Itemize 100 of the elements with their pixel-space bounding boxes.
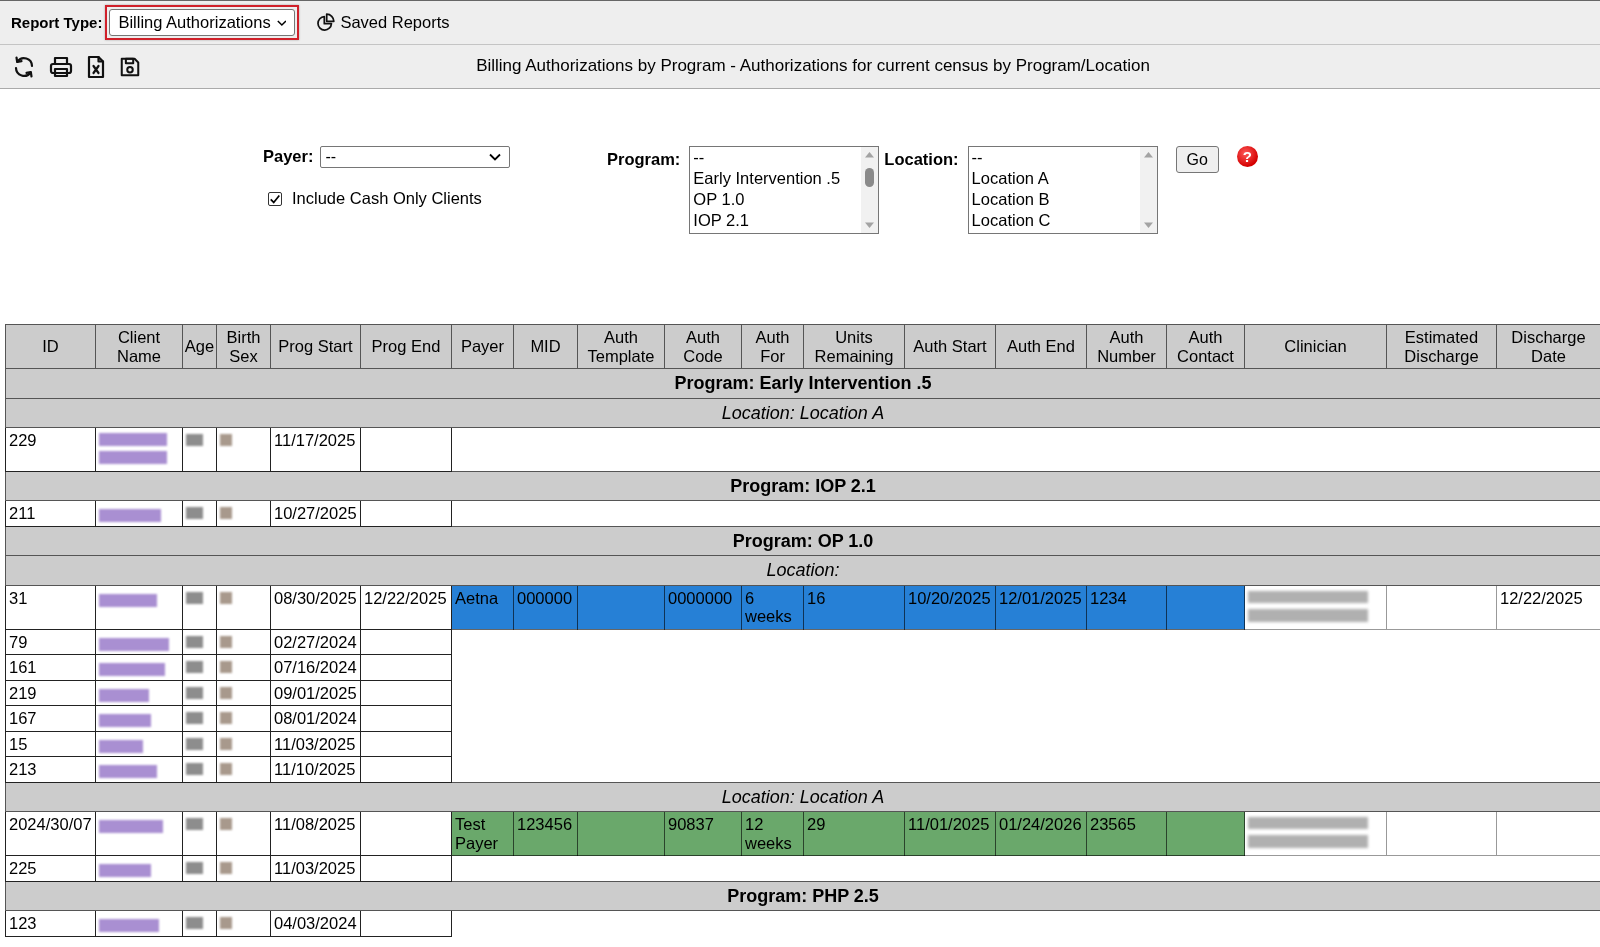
blurred-text xyxy=(220,763,232,775)
table-cell: 000000 xyxy=(513,585,578,629)
spreadsheet-file-icon[interactable] xyxy=(86,54,106,79)
location-listbox[interactable]: -- Location A Location B Location C xyxy=(967,146,1158,234)
location-group-header: Location: Location A xyxy=(5,782,1600,812)
location-group-header: Location: Location A xyxy=(5,398,1600,428)
blurred-text xyxy=(220,686,232,699)
table-cell: 08/30/2025 xyxy=(270,585,361,629)
table-cell: 12/22/2025 xyxy=(360,585,452,629)
scrollbar[interactable] xyxy=(1139,147,1157,233)
column-header: MID xyxy=(513,324,578,369)
refresh-icon[interactable] xyxy=(12,54,36,79)
table-cell: 11/03/2025 xyxy=(270,855,361,881)
location-group-header: Location: xyxy=(5,555,1600,585)
caret-icon xyxy=(489,153,502,161)
list-option[interactable]: Early Intervention .5 xyxy=(690,168,862,189)
table-cell: 219 xyxy=(5,680,96,706)
blurred-text xyxy=(186,635,203,648)
column-header: Clinician xyxy=(1244,324,1387,369)
blurred-text xyxy=(186,434,203,446)
location-label: Location: xyxy=(884,149,959,170)
blurred-name-link[interactable] xyxy=(99,864,151,878)
table-cell: 10/20/2025 xyxy=(904,585,996,629)
list-option[interactable]: Location A xyxy=(968,168,1140,189)
program-group-header: Program: Early Intervention .5 xyxy=(5,368,1600,398)
payer-label: Payer: xyxy=(263,147,314,167)
column-header: Estimated Discharge xyxy=(1386,324,1497,369)
scrollbar[interactable] xyxy=(861,147,879,233)
help-button[interactable]: ? xyxy=(1236,146,1258,167)
table-cell: Aetna xyxy=(451,585,514,629)
report-title: Billing Authorizations by Program - Authorizations for current census by Program/Location xyxy=(475,56,1150,77)
program-listbox[interactable]: -- Early Intervention .5 OP 1.0 IOP 2.1 xyxy=(689,146,880,234)
table-cell: 31 xyxy=(5,585,96,629)
blurred-name-link[interactable] xyxy=(99,820,163,834)
table-cell: 15 xyxy=(5,731,96,757)
payer-select[interactable]: -- xyxy=(320,146,511,168)
blurred-name-link[interactable] xyxy=(99,509,161,523)
list-option[interactable]: Location C xyxy=(968,210,1140,231)
pie-chart-icon xyxy=(316,13,336,32)
blurred-text xyxy=(186,686,203,699)
go-button[interactable]: Go xyxy=(1175,146,1219,173)
list-option[interactable]: OP 1.0 xyxy=(690,189,862,210)
blurred-text xyxy=(220,635,232,648)
blurred-text xyxy=(186,591,203,604)
program-group-header: Program: PHP 2.5 xyxy=(5,881,1600,911)
saved-reports-button[interactable]: Saved Reports xyxy=(316,12,450,33)
save-icon[interactable] xyxy=(119,55,141,78)
table-cell: Test Payer xyxy=(451,811,514,856)
program-group-header: Program: OP 1.0 xyxy=(5,526,1600,556)
table-cell: 08/01/2024 xyxy=(270,705,361,731)
table-cell: 229 xyxy=(5,427,96,471)
table-cell: 161 xyxy=(5,654,96,680)
blurred-name-link[interactable] xyxy=(99,765,157,779)
table-cell: 23565 xyxy=(1086,811,1167,856)
blurred-name-link[interactable] xyxy=(99,739,143,753)
blurred-text xyxy=(220,712,232,724)
table-cell: 29 xyxy=(803,811,905,856)
program-label: Program: xyxy=(607,149,681,170)
column-header: Auth For xyxy=(741,324,804,369)
table-cell: 04/03/2024 xyxy=(270,910,361,936)
blurred-text xyxy=(186,737,203,750)
blurred-name-link[interactable] xyxy=(99,593,157,607)
blurred-text xyxy=(220,818,232,830)
list-option[interactable]: -- xyxy=(690,147,862,168)
blurred-name-link[interactable] xyxy=(99,637,169,651)
table-cell: 90837 xyxy=(664,811,742,856)
blurred-text xyxy=(220,917,232,929)
column-header: Auth Contact xyxy=(1166,324,1245,369)
table-cell: 167 xyxy=(5,705,96,731)
blurred-text xyxy=(186,763,203,775)
column-header: Client Name xyxy=(95,324,183,369)
table-cell: 0000000 xyxy=(664,585,742,629)
column-header: Age xyxy=(182,324,217,369)
table-cell: 79 xyxy=(5,629,96,655)
table-cell: 6 weeks xyxy=(741,585,804,629)
table-cell: 01/24/2026 xyxy=(995,811,1087,856)
column-header: Birth Sex xyxy=(216,324,271,369)
table-cell: 123 xyxy=(5,910,96,936)
blurred-name-link[interactable] xyxy=(99,919,159,933)
printer-icon[interactable] xyxy=(49,54,73,79)
table-cell: 02/27/2024 xyxy=(270,629,361,655)
table-cell: 211 xyxy=(5,500,96,526)
blurred-name-link[interactable] xyxy=(99,433,167,464)
blurred-name-link[interactable] xyxy=(99,663,165,677)
table-cell: 16 xyxy=(803,585,905,629)
table-cell: 12 weeks xyxy=(741,811,804,856)
column-header: Discharge Date xyxy=(1496,324,1600,369)
list-option[interactable]: Location B xyxy=(968,189,1140,210)
list-option[interactable]: IOP 2.1 xyxy=(690,210,862,231)
report-type-select[interactable]: Billing Authorizations xyxy=(109,9,296,36)
blurred-name-link[interactable] xyxy=(99,714,151,728)
list-option[interactable]: -- xyxy=(968,147,1140,168)
checkbox[interactable] xyxy=(268,191,282,206)
column-header: Auth Code xyxy=(664,324,742,369)
column-header: Prog End xyxy=(360,324,452,369)
blurred-text xyxy=(220,737,232,750)
blurred-name-link[interactable] xyxy=(99,688,149,702)
table-cell: 11/01/2025 xyxy=(904,811,996,856)
blurred-text xyxy=(220,661,232,673)
blurred-text xyxy=(186,917,203,929)
